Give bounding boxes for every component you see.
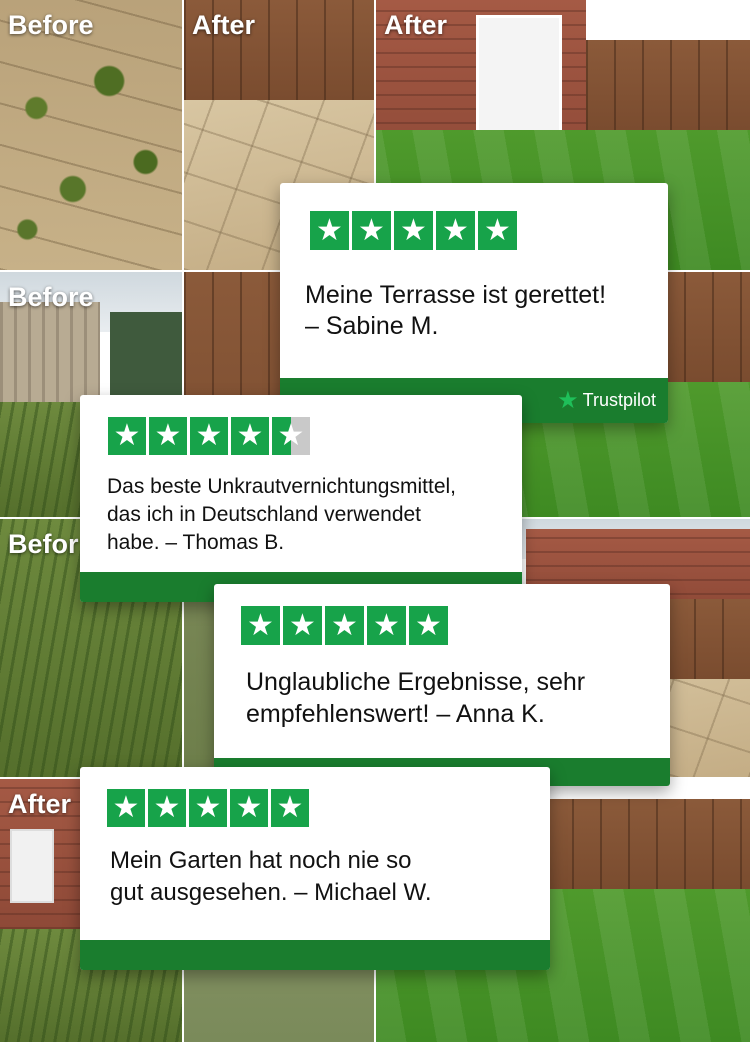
before-patio-photo: Before	[0, 0, 182, 270]
star-icon: ★	[436, 211, 475, 250]
star-icon: ★	[367, 606, 406, 645]
star-icon: ★	[108, 417, 146, 455]
before-label: Befor	[8, 529, 79, 559]
star-rating: ★ ★ ★ ★ ★	[107, 789, 312, 827]
star-icon: ★	[352, 211, 391, 250]
star-rating: ★ ★ ★ ★ ★	[241, 606, 451, 645]
star-icon: ★	[149, 417, 187, 455]
star-icon: ★	[271, 789, 309, 827]
review-card-1: ★ ★ ★ ★ ★ Meine Terrasse ist gerettet! –…	[280, 183, 668, 423]
star-icon: ★	[478, 211, 517, 250]
star-icon: ★	[107, 789, 145, 827]
after-label: After	[8, 789, 72, 819]
half-star-icon: ★	[272, 417, 310, 455]
after-label: After	[192, 10, 256, 40]
star-rating: ★ ★ ★ ★ ★	[310, 211, 520, 250]
review-text: Mein Garten hat noch nie so gut ausgeseh…	[110, 847, 432, 906]
star-icon: ★	[190, 417, 228, 455]
review-card-3: ★ ★ ★ ★ ★ Unglaubliche Ergebnisse, sehr …	[214, 584, 670, 786]
review-text: Das beste Unkrautvernichtungsmittel, das…	[107, 475, 456, 554]
trustpilot-star-icon: ★	[557, 386, 579, 414]
star-icon: ★	[283, 606, 322, 645]
review-text: Unglaubliche Ergebnisse, sehr empfehlens…	[246, 668, 586, 728]
star-icon: ★	[231, 417, 269, 455]
star-icon: ★	[189, 789, 227, 827]
window-image	[476, 15, 562, 136]
before-label: Before	[8, 282, 94, 312]
star-icon: ★	[394, 211, 433, 250]
before-label: Before	[8, 10, 94, 40]
star-icon: ★	[230, 789, 268, 827]
star-icon: ★	[409, 606, 448, 645]
after-label: After	[384, 10, 448, 40]
review-footer-bar	[80, 940, 550, 970]
trustpilot-badge: ★ Trustpilot	[557, 386, 656, 414]
star-icon: ★	[310, 211, 349, 250]
star-icon: ★	[148, 789, 186, 827]
review-text: Meine Terrasse ist gerettet! – Sabine M.	[305, 281, 607, 340]
star-icon: ★	[325, 606, 364, 645]
trustpilot-label: Trustpilot	[582, 389, 656, 410]
review-card-4: ★ ★ ★ ★ ★ Mein Garten hat noch nie so gu…	[80, 767, 550, 970]
review-card-2: ★ ★ ★ ★ ★ Das beste Unkrautvernichtungsm…	[80, 395, 522, 602]
star-icon: ★	[241, 606, 280, 645]
star-rating: ★ ★ ★ ★ ★	[108, 417, 313, 455]
